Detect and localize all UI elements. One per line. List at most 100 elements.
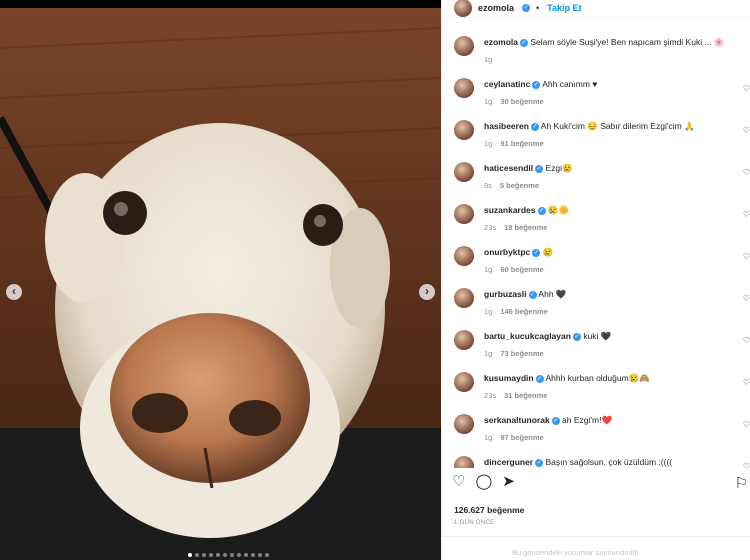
comment-meta: 23s 31 beğenme: [484, 391, 547, 400]
like-icon[interactable]: ♡: [452, 474, 465, 490]
verified-icon: ✓: [535, 374, 544, 383]
bookmark-icon[interactable]: ⚐: [735, 474, 748, 492]
commenter-username[interactable]: suzankardes: [484, 205, 536, 215]
comment-text: Ahh canımm ♥: [542, 79, 598, 89]
comment-time: 1g: [484, 97, 493, 106]
commenter-username[interactable]: gurbuzasli: [484, 289, 527, 299]
commenter-avatar[interactable]: [454, 204, 474, 224]
comment-like-icon[interactable]: ♡: [743, 378, 750, 387]
commenter-username[interactable]: onurbyktpc: [484, 247, 530, 257]
carousel-dot: [244, 553, 248, 557]
comment-likes[interactable]: 73 beğenme: [500, 349, 543, 358]
comment-like-icon[interactable]: ♡: [743, 126, 750, 135]
comment-row: ezomola ✓ Selam söyle Suşi'ye! Ben napıca…: [454, 28, 744, 70]
divider: [442, 536, 750, 537]
post-sidebar: ezomola ✓ • Takip Et ezomola ✓ Selam söyl…: [441, 0, 750, 560]
author-username[interactable]: ezomola: [478, 3, 514, 13]
comment-like-icon[interactable]: ♡: [743, 420, 750, 429]
verified-icon: ✓: [532, 248, 541, 257]
verified-icon: ✓: [535, 164, 544, 173]
comment-time: 1g: [484, 55, 493, 64]
carousel-indicator: [188, 553, 269, 557]
comment-like-icon[interactable]: ♡: [743, 210, 750, 219]
verified-icon: ✓: [532, 80, 541, 89]
comment-time: 1g: [484, 349, 493, 358]
post-timestamp: 1 GÜN ÖNCE: [454, 520, 495, 526]
commenter-avatar[interactable]: [454, 36, 474, 56]
comment-likes[interactable]: 18 beğenme: [504, 223, 547, 232]
comment-likes[interactable]: 60 beğenme: [500, 265, 543, 274]
post-media: ‹ ›: [0, 8, 441, 560]
commenter-username[interactable]: hasibeeren: [484, 121, 529, 131]
carousel-dot: [265, 553, 269, 557]
comment-time: 23s: [484, 223, 497, 232]
next-photo-button[interactable]: ›: [419, 284, 435, 300]
comment-body: onurbyktpc ✓ 😢: [484, 247, 553, 258]
comment-likes[interactable]: 30 beğenme: [500, 97, 543, 106]
comment-row: haticesendil ✓ Ezgi😢 9s 5 beğenme ♡: [454, 154, 750, 196]
verified-icon: ✓: [528, 290, 537, 299]
carousel-dot: [230, 553, 234, 557]
comment-like-icon[interactable]: ♡: [743, 336, 750, 345]
commenter-username[interactable]: serkanaltunorak: [484, 415, 550, 425]
comment-row: dincerguner ✓ Başın sağolsun, çok üzüldüm…: [454, 448, 750, 468]
comment-time: 23s: [484, 391, 497, 400]
comment-list[interactable]: ezomola ✓ Selam söyle Suşi'ye! Ben napıca…: [442, 28, 750, 468]
comment-meta: 1g 60 beğenme: [484, 265, 544, 274]
commenter-username[interactable]: kusumaydin: [484, 373, 534, 383]
comment-likes[interactable]: 31 beğenme: [504, 391, 547, 400]
share-icon[interactable]: ➤: [502, 474, 515, 490]
post-header: ezomola ✓ • Takip Et: [442, 0, 750, 18]
comment-like-icon[interactable]: ♡: [743, 462, 750, 468]
comment-text: Selam söyle Suşi'ye! Ben napıcam şimdi K…: [530, 37, 725, 47]
post-actions: ♡ ◯ ➤: [452, 474, 515, 490]
comment-like-icon[interactable]: ♡: [743, 294, 750, 303]
verified-icon: ✓: [522, 3, 531, 12]
commenter-avatar[interactable]: [454, 456, 474, 468]
commenter-username[interactable]: haticesendil: [484, 163, 533, 173]
comment-like-icon[interactable]: ♡: [743, 168, 750, 177]
comment-likes[interactable]: 146 beğenme: [500, 307, 548, 316]
commenter-username[interactable]: ezomola: [484, 37, 518, 47]
comment-body: gurbuzasli ✓ Ahh 🖤: [484, 289, 567, 300]
comment-text: Ahhh kurban olduğum😢🙈: [545, 373, 650, 383]
comment-like-icon[interactable]: ♡: [743, 252, 750, 261]
commenter-avatar[interactable]: [454, 414, 474, 434]
comment-body: haticesendil ✓ Ezgi😢: [484, 163, 573, 174]
comment-likes[interactable]: 97 beğenme: [500, 433, 543, 442]
commenter-avatar[interactable]: [454, 120, 474, 140]
likes-count[interactable]: 126.627 beğenme: [454, 505, 524, 515]
comment-text: kuki 🖤: [583, 331, 612, 341]
verified-icon: ✓: [530, 122, 539, 131]
commenter-avatar[interactable]: [454, 78, 474, 98]
commenter-username[interactable]: dincerguner: [484, 457, 533, 467]
comment-row: suzankardes ✓ 😢🌼 23s 18 beğenme ♡: [454, 196, 750, 238]
comment-text: ah Ezgi'm!❤️: [562, 415, 613, 425]
comment-body: ezomola ✓ Selam söyle Suşi'ye! Ben napıca…: [484, 37, 724, 48]
commenter-username[interactable]: ceylanatinc: [484, 79, 530, 89]
commenter-avatar[interactable]: [454, 162, 474, 182]
comment-icon[interactable]: ◯: [475, 474, 492, 490]
comment-text: 😢: [542, 247, 554, 257]
verified-icon: ✓: [535, 458, 544, 467]
commenter-avatar[interactable]: [454, 246, 474, 266]
author-avatar[interactable]: [454, 0, 472, 17]
comment-time: 1g: [484, 307, 493, 316]
comment-meta: 1g 91 beğenme: [484, 139, 544, 148]
comments-restricted-note: Bu gönderideki yorumlar sınırlandırıldı.: [512, 548, 641, 557]
comment-likes[interactable]: 5 beğenme: [500, 181, 539, 190]
comment-likes[interactable]: 91 beğenme: [500, 139, 543, 148]
follow-button[interactable]: Takip Et: [547, 3, 581, 13]
commenter-avatar[interactable]: [454, 372, 474, 392]
comment-text: Ahh 🖤: [538, 289, 567, 299]
comment-row: bartu_kucukcaglayan ✓ kuki 🖤 1g 73 beğenme ♡: [454, 322, 750, 364]
comment-like-icon[interactable]: ♡: [743, 84, 750, 93]
comment-text: 😢🌼: [547, 205, 570, 215]
commenter-avatar[interactable]: [454, 330, 474, 350]
comment-meta: 1g 30 beğenme: [484, 97, 544, 106]
comment-body: hasibeeren ✓ Ah Kuki'cim 😔 Sabır dilerim …: [484, 121, 695, 132]
verified-icon: ✓: [537, 206, 546, 215]
previous-photo-button[interactable]: ‹: [6, 284, 22, 300]
commenter-username[interactable]: bartu_kucukcaglayan: [484, 331, 571, 341]
commenter-avatar[interactable]: [454, 288, 474, 308]
